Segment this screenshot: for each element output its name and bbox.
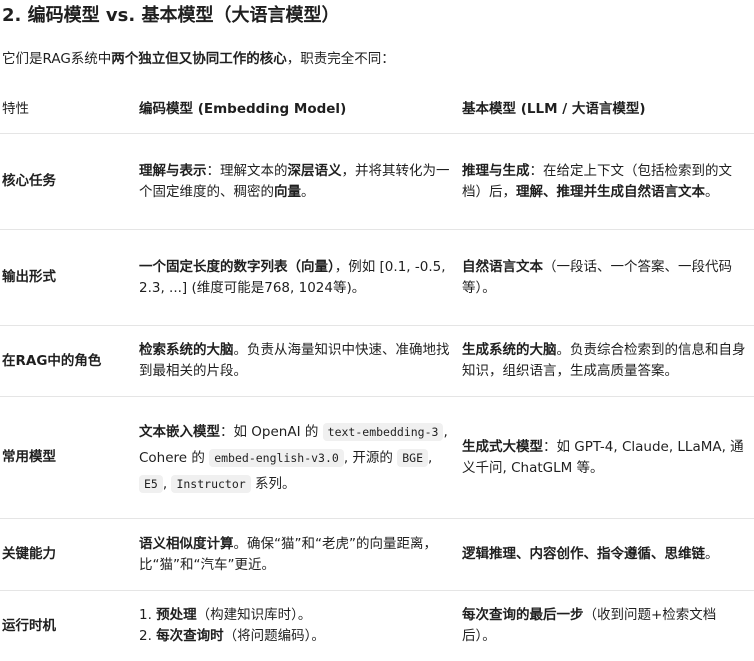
code-instructor: Instructor (171, 475, 250, 493)
comparison-table: 特性 编码模型 (Embedding Model) 基本模型 (LLM / 大语… (0, 86, 754, 661)
text: , (428, 450, 432, 466)
embedding-cell: 检索系统的大脑。负责从海量知识中快速、准确地找到最相关的片段。 (137, 326, 460, 397)
embedding-cell: 一个固定长度的数字列表（向量），例如 [0.1, -0.5, 2.3, ...]… (137, 230, 460, 326)
table-row: 关键能力 语义相似度计算。确保“猫”和“老虎”的向量距离，比“猫”和“汽车”更近… (0, 519, 754, 591)
bold-text: 生成式大模型 (462, 439, 543, 455)
list-number: 1. (139, 607, 156, 623)
code-text-embedding: text-embedding-3 (323, 423, 444, 441)
bold-text: 理解、推理并生成自然语言文本 (516, 184, 705, 200)
code-bge: BGE (397, 449, 428, 467)
table-header-row: 特性 编码模型 (Embedding Model) 基本模型 (LLM / 大语… (0, 86, 754, 134)
text: （将问题编码）。 (224, 628, 325, 644)
bold-text: 推理与生成 (462, 163, 530, 179)
text: 系列。 (251, 476, 296, 492)
bold-text: 生成系统的大脑 (462, 342, 557, 358)
llm-cell: 每次查询的最后一步（收到问题+检索文档后）。 (460, 591, 754, 661)
bold-text: 文本嵌入模型 (139, 424, 220, 440)
llm-cell: 自然语言文本（一段话、一个答案、一段代码等）。 (460, 230, 754, 326)
bold-text: 检索系统的大脑 (139, 342, 234, 358)
bold-text: 一个固定长度的数字列表（向量） (139, 259, 335, 275)
embedding-cell: 文本嵌入模型：如 OpenAI 的 text-embedding-3, Cohe… (137, 397, 460, 519)
text: ：如 OpenAI 的 (220, 424, 318, 440)
intro-prefix: 它们是RAG系统中 (2, 51, 111, 67)
embedding-cell: 语义相似度计算。确保“猫”和“老虎”的向量距离，比“猫”和“汽车”更近。 (137, 519, 460, 591)
section-heading: 2. 编码模型 vs. 基本模型（大语言模型） (2, 3, 339, 29)
feature-cell: 关键能力 (0, 519, 137, 591)
feature-cell: 在RAG中的角色 (0, 326, 137, 397)
header-llm: 基本模型 (LLM / 大语言模型) (460, 86, 754, 134)
feature-cell: 核心任务 (0, 134, 137, 230)
text: , 开源的 (344, 450, 393, 466)
table-row: 常用模型 文本嵌入模型：如 OpenAI 的 text-embedding-3,… (0, 397, 754, 519)
bold-text: 每次查询的最后一步 (462, 607, 584, 623)
table-row: 运行时机 1. 预处理（构建知识库时）。 2. 每次查询时（将问题编码）。 每次… (0, 591, 754, 661)
llm-cell: 生成式大模型：如 GPT-4, Claude, LLaMA, 通义千问, Cha… (460, 397, 754, 519)
intro-bold: 两个独立但又协同工作的核心 (111, 51, 287, 67)
table-row: 核心任务 理解与表示：理解文本的深层语义，并将其转化为一个固定维度的、稠密的向量… (0, 134, 754, 230)
code-embed-english: embed-english-v3.0 (209, 449, 344, 467)
header-embedding: 编码模型 (Embedding Model) (137, 86, 460, 134)
llm-cell: 生成系统的大脑。负责综合检索到的信息和自身知识，组织语言，生成高质量答案。 (460, 326, 754, 397)
code-e5: E5 (139, 475, 163, 493)
intro-paragraph: 它们是RAG系统中两个独立但又协同工作的核心，职责完全不同： (2, 48, 395, 70)
table-row: 输出形式 一个固定长度的数字列表（向量），例如 [0.1, -0.5, 2.3,… (0, 230, 754, 326)
text: 。 (301, 184, 315, 200)
table-row: 在RAG中的角色 检索系统的大脑。负责从海量知识中快速、准确地找到最相关的片段。… (0, 326, 754, 397)
list-item: 2. 每次查询时（将问题编码）。 (139, 626, 456, 647)
text: 。 (705, 546, 719, 562)
intro-suffix: ，职责完全不同： (287, 51, 395, 67)
bold-text: 每次查询时 (156, 628, 224, 644)
feature-cell: 运行时机 (0, 591, 137, 661)
document: 2. 编码模型 vs. 基本模型（大语言模型） 它们是RAG系统中两个独立但又协… (0, 0, 754, 659)
text: 。 (705, 184, 719, 200)
list-number: 2. (139, 628, 156, 644)
llm-cell: 推理与生成：在给定上下文（包括检索到的文档）后，理解、推理并生成自然语言文本。 (460, 134, 754, 230)
text: , (163, 476, 167, 492)
embedding-cell: 理解与表示：理解文本的深层语义，并将其转化为一个固定维度的、稠密的向量。 (137, 134, 460, 230)
bold-text: 理解与表示 (139, 163, 207, 179)
embedding-cell: 1. 预处理（构建知识库时）。 2. 每次查询时（将问题编码）。 (137, 591, 460, 661)
feature-cell: 常用模型 (0, 397, 137, 519)
bold-text: 深层语义 (288, 163, 342, 179)
bold-text: 语义相似度计算 (139, 536, 234, 552)
text: （构建知识库时）。 (197, 607, 312, 623)
header-feature: 特性 (0, 86, 137, 134)
list-item: 1. 预处理（构建知识库时）。 (139, 605, 456, 626)
llm-cell: 逻辑推理、内容创作、指令遵循、思维链。 (460, 519, 754, 591)
bold-text: 向量 (274, 184, 301, 200)
feature-cell: 输出形式 (0, 230, 137, 326)
text: ：理解文本的 (207, 163, 288, 179)
bold-text: 逻辑推理、内容创作、指令遵循、思维链 (462, 546, 705, 562)
bold-text: 预处理 (156, 607, 197, 623)
bold-text: 自然语言文本 (462, 259, 543, 275)
